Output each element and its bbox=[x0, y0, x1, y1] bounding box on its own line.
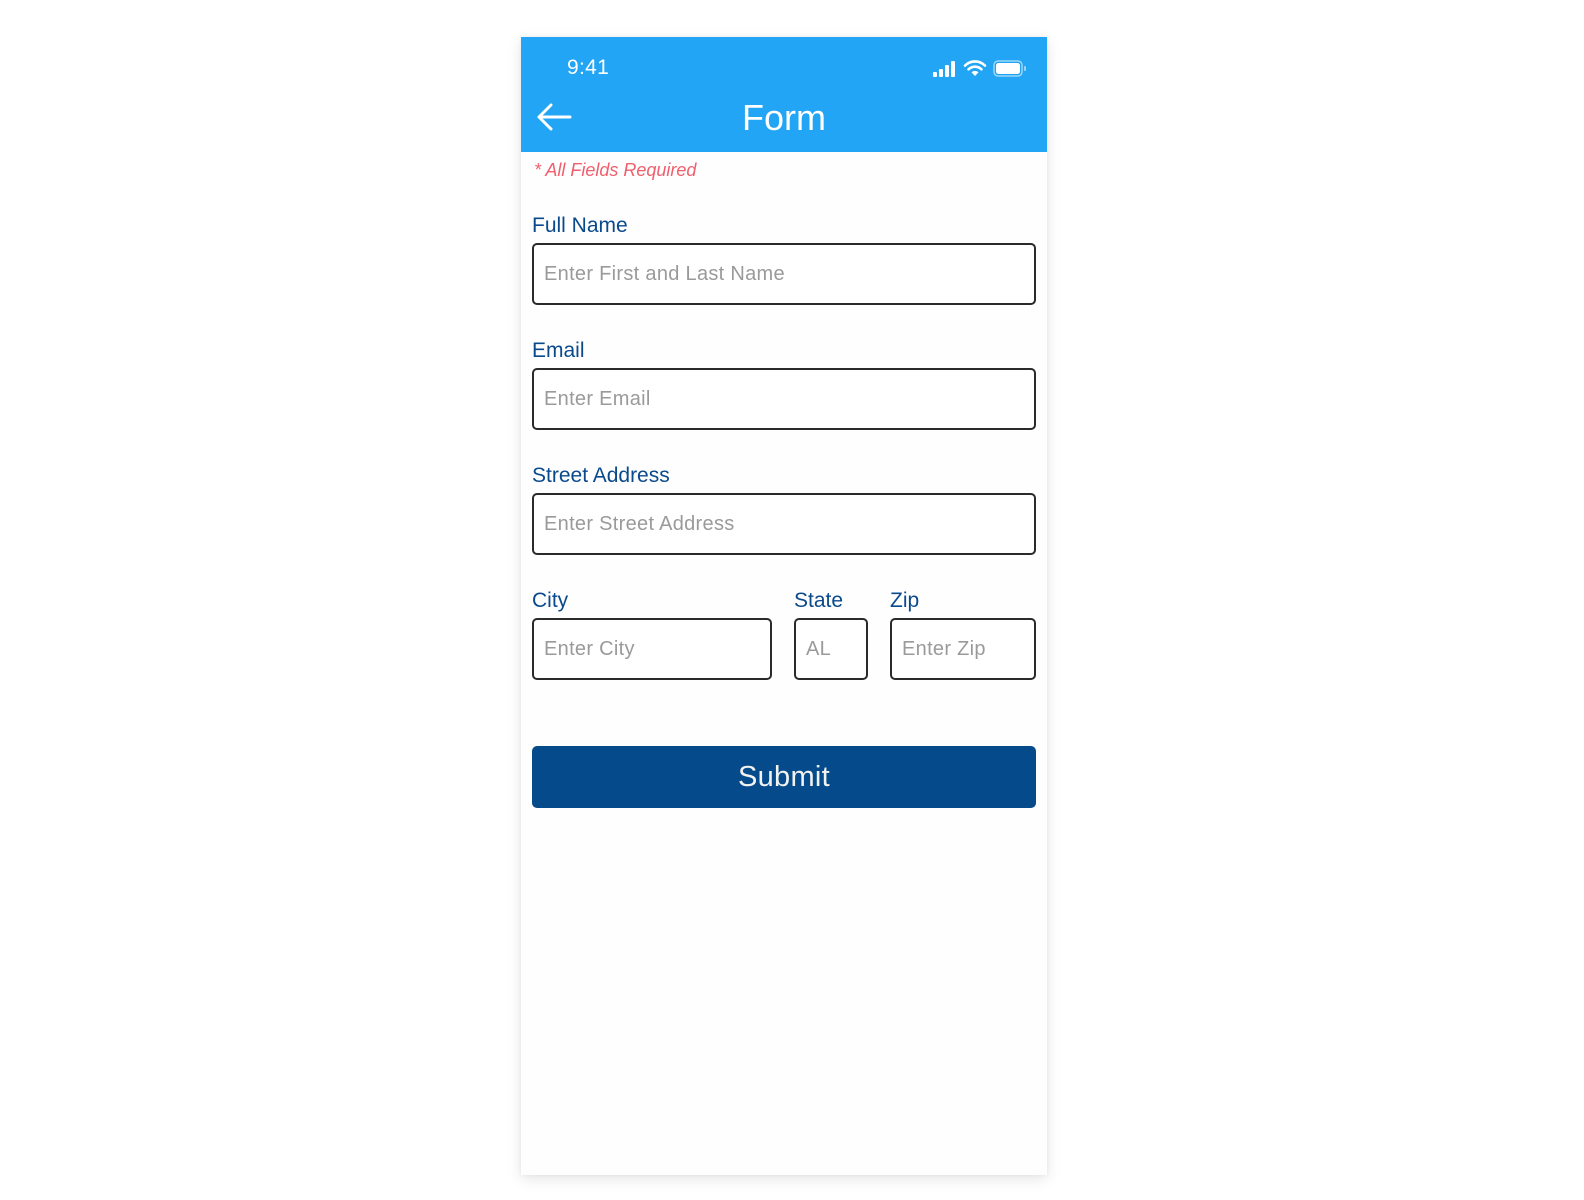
wifi-icon bbox=[963, 60, 987, 82]
app-header: 9:41 Form bbox=[521, 37, 1047, 152]
state-input[interactable] bbox=[794, 618, 868, 680]
full-name-label: Full Name bbox=[532, 214, 628, 237]
email-input[interactable] bbox=[532, 368, 1036, 430]
city-label: City bbox=[532, 589, 569, 612]
battery-icon bbox=[993, 60, 1027, 82]
city-input[interactable] bbox=[532, 618, 772, 680]
zip-input[interactable] bbox=[890, 618, 1036, 680]
status-time: 9:41 bbox=[567, 56, 610, 79]
required-fields-note: * All Fields Required bbox=[534, 160, 697, 180]
phone-screen: 9:41 Form * All Fields Required Full Nam… bbox=[521, 37, 1047, 1175]
full-name-input[interactable] bbox=[532, 243, 1036, 305]
email-label: Email bbox=[532, 339, 585, 362]
page-title: Form bbox=[742, 97, 826, 138]
status-icons bbox=[933, 60, 1027, 82]
submit-button[interactable]: Submit bbox=[532, 746, 1036, 808]
street-address-input[interactable] bbox=[532, 493, 1036, 555]
street-address-label: Street Address bbox=[532, 464, 670, 487]
signal-icon bbox=[933, 60, 957, 82]
zip-label: Zip bbox=[890, 589, 920, 612]
state-label: State bbox=[794, 589, 844, 612]
